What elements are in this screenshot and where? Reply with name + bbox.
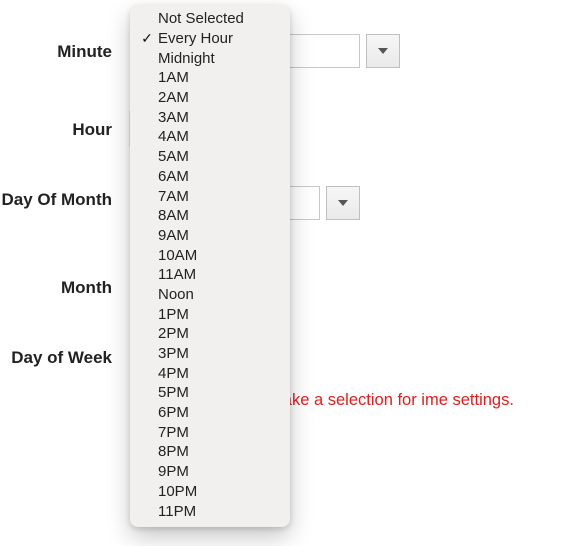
hour-option-label: 1AM — [158, 69, 276, 86]
hour-option[interactable]: 6PM — [130, 403, 290, 423]
hour-option-label: Not Selected — [158, 10, 276, 27]
hour-option[interactable]: 2PM — [130, 324, 290, 344]
hour-option[interactable]: 10PM — [130, 482, 290, 502]
hour-option[interactable]: Noon — [130, 285, 290, 305]
hour-option[interactable]: 4PM — [130, 363, 290, 383]
hour-option-label: 11PM — [158, 503, 276, 520]
hour-option[interactable]: 8PM — [130, 442, 290, 462]
hour-option-label: 9PM — [158, 463, 276, 480]
chevron-down-icon — [378, 48, 388, 54]
hour-dropdown[interactable]: Not Selected✓Every HourMidnight1AM2AM3AM… — [130, 5, 290, 527]
hour-option-label: 2PM — [158, 325, 276, 342]
hour-option-label: 8AM — [158, 207, 276, 224]
hour-option-label: 5AM — [158, 148, 276, 165]
label-hour: Hour — [0, 112, 130, 140]
hour-option[interactable]: ✓Every Hour — [130, 29, 290, 49]
hour-option[interactable]: 11AM — [130, 265, 290, 285]
hour-option[interactable]: 3AM — [130, 107, 290, 127]
hour-option[interactable]: 8AM — [130, 206, 290, 226]
hour-option-label: 4PM — [158, 365, 276, 382]
hour-option-label: 5PM — [158, 384, 276, 401]
chevron-down-icon — [338, 200, 348, 206]
hour-option[interactable]: 3PM — [130, 344, 290, 364]
hour-option-label: Midnight — [158, 50, 276, 67]
hour-option-label: 1PM — [158, 306, 276, 323]
hour-option-label: 3PM — [158, 345, 276, 362]
hour-option[interactable]: 7AM — [130, 186, 290, 206]
hour-option-label: 7PM — [158, 424, 276, 441]
minute-select-button[interactable] — [366, 34, 400, 68]
hour-option[interactable]: Midnight — [130, 48, 290, 68]
hour-option[interactable]: 10AM — [130, 245, 290, 265]
hour-option-label: Noon — [158, 286, 276, 303]
hour-option-label: 10AM — [158, 247, 276, 264]
day-of-month-select-button[interactable] — [326, 186, 360, 220]
hour-option-label: 4AM — [158, 128, 276, 145]
hour-option[interactable]: 11PM — [130, 501, 290, 521]
hour-option-label: 10PM — [158, 483, 276, 500]
hour-option-label: 7AM — [158, 188, 276, 205]
check-icon: ✓ — [136, 30, 158, 47]
hour-option[interactable]: 9PM — [130, 462, 290, 482]
label-day-of-month: Day Of Month — [0, 186, 130, 210]
hour-option[interactable]: 1PM — [130, 304, 290, 324]
hour-option[interactable]: 6AM — [130, 167, 290, 187]
hour-option-label: 11AM — [158, 266, 276, 283]
hour-option[interactable]: 5AM — [130, 147, 290, 167]
hour-option[interactable]: 2AM — [130, 88, 290, 108]
hour-option[interactable]: 1AM — [130, 68, 290, 88]
hour-option[interactable]: Not Selected — [130, 9, 290, 29]
label-day-of-week: Day of Week — [0, 340, 130, 368]
label-minute: Minute — [0, 34, 130, 62]
hour-option-label: 6AM — [158, 168, 276, 185]
hour-option-label: 6PM — [158, 404, 276, 421]
hour-option-label: 8PM — [158, 443, 276, 460]
hour-option[interactable]: 7PM — [130, 422, 290, 442]
hour-option[interactable]: 9AM — [130, 226, 290, 246]
hour-option[interactable]: 4AM — [130, 127, 290, 147]
label-month: Month — [0, 270, 130, 298]
hour-option-label: 3AM — [158, 109, 276, 126]
hour-option-label: Every Hour — [158, 30, 276, 47]
hour-option-label: 2AM — [158, 89, 276, 106]
hour-option-label: 9AM — [158, 227, 276, 244]
hour-option[interactable]: 5PM — [130, 383, 290, 403]
